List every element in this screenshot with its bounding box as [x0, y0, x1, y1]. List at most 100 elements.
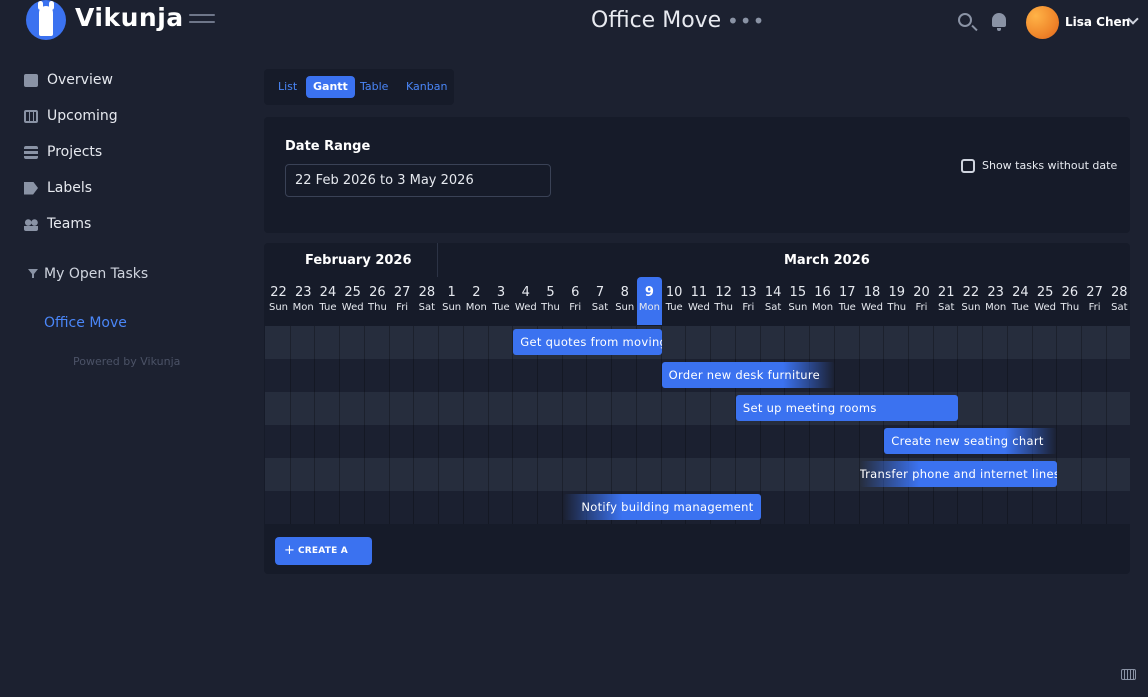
show-tasks-without-date-checkbox[interactable]: [961, 159, 975, 173]
day-name: Thu: [714, 302, 734, 313]
day-number: 26: [1061, 285, 1079, 300]
day-number: 10: [665, 285, 683, 300]
day-number: 18: [863, 285, 881, 300]
day-number: 28: [418, 285, 436, 300]
day-column: 22 Sun: [266, 277, 291, 325]
powered-by-link[interactable]: Powered by Vikunja: [73, 355, 180, 368]
keyboard-shortcuts-icon[interactable]: [1121, 669, 1136, 680]
day-number: 21: [937, 285, 955, 300]
day-number: 22: [962, 285, 980, 300]
day-name: Sun: [268, 302, 289, 313]
day-column: 11 Wed: [686, 277, 711, 325]
gantt-gridline: [1105, 326, 1107, 524]
layers-icon: [24, 145, 38, 159]
sidebar-item-projects[interactable]: Projects: [24, 140, 102, 164]
day-name: Thu: [1060, 302, 1080, 313]
day-name: Mon: [638, 302, 660, 313]
day-name: Thu: [368, 302, 387, 313]
day-column: 10 Tue: [662, 277, 687, 325]
gantt-gridline: [289, 326, 291, 524]
gantt-task-bar[interactable]: Set up meeting rooms: [735, 395, 959, 421]
gantt-task-bar[interactable]: Order new desk furniture: [661, 362, 835, 388]
day-column: 27 Fri: [390, 277, 415, 325]
day-number: 7: [595, 285, 605, 300]
menu-toggle-icon[interactable]: [189, 14, 215, 30]
day-name: Sun: [961, 302, 981, 313]
gantt-gridline: [1081, 326, 1083, 524]
day-number: 19: [888, 285, 906, 300]
sidebar-item-labels[interactable]: Labels: [24, 176, 92, 200]
day-number: 6: [571, 285, 580, 300]
sidebar-item-overview[interactable]: Overview: [24, 68, 113, 92]
day-name: Mon: [812, 302, 834, 313]
project-options-icon[interactable]: •••: [727, 9, 765, 33]
day-name: Sat: [1111, 302, 1128, 313]
gantt-gridline: [512, 326, 514, 524]
gantt-gridline: [1006, 326, 1008, 524]
day-column: 7 Sat: [587, 277, 612, 325]
top-bar: Vikunja Office Move ••• Lisa Chen: [0, 0, 1148, 44]
day-name: Thu: [541, 302, 560, 313]
tab-gantt[interactable]: Gantt: [306, 76, 355, 98]
gantt-task-bar[interactable]: Get quotes from moving companies: [513, 329, 662, 355]
show-tasks-without-date-label[interactable]: Show tasks without date: [982, 159, 1117, 172]
day-name: Sun: [788, 302, 808, 313]
day-column: 12 Thu: [711, 277, 736, 325]
day-number: 1: [447, 285, 456, 300]
day-number: 5: [546, 285, 555, 300]
day-number: 26: [369, 285, 386, 300]
tab-table[interactable]: Table: [353, 76, 395, 98]
day-column: 8 Sun: [612, 277, 637, 325]
day-name: Wed: [341, 302, 364, 313]
date-range-card: Date Range 22 Feb 2026 to 3 May 2026 Sho…: [264, 117, 1130, 233]
gantt-gridline: [932, 326, 934, 524]
gantt-gridline: [784, 326, 786, 524]
tab-kanban[interactable]: Kanban: [399, 76, 454, 98]
day-number: 23: [987, 285, 1004, 300]
gantt-gridline: [487, 326, 489, 524]
page-title: Office Move: [591, 8, 722, 33]
filter-icon: [28, 269, 38, 278]
day-name: Thu: [887, 302, 907, 313]
day-column: 5 Thu: [538, 277, 563, 325]
day-column: 28 Sat: [414, 277, 439, 325]
day-number: 11: [690, 285, 708, 300]
gantt-gridline: [957, 326, 959, 524]
day-name: Sat: [938, 302, 955, 313]
sidebar-project-office-move[interactable]: Office Move: [44, 315, 127, 331]
calendar-icon: [24, 73, 38, 87]
gantt-task-bar[interactable]: Create new seating chart: [884, 428, 1058, 454]
user-name[interactable]: Lisa Chen: [1065, 15, 1130, 29]
day-column: 18 Wed: [860, 277, 885, 325]
vikunja-logo-icon[interactable]: [26, 0, 66, 40]
create-task-button[interactable]: CREATE A TASK: [275, 537, 372, 565]
gantt-task-bar[interactable]: Transfer phone and internet lines: [859, 461, 1058, 487]
gantt-gridline: [339, 326, 341, 524]
sidebar-item-teams[interactable]: Teams: [24, 212, 91, 236]
sidebar-item-label: Labels: [47, 180, 93, 196]
day-column: 21 Sat: [934, 277, 959, 325]
day-name: Sun: [442, 302, 462, 313]
month-divider: [437, 243, 438, 277]
day-name: Tue: [838, 302, 856, 313]
tag-icon: [24, 181, 38, 195]
day-column: 25 Wed: [1033, 277, 1058, 325]
gantt-gridline: [438, 326, 440, 524]
day-number: 23: [294, 285, 312, 300]
sidebar-item-upcoming[interactable]: Upcoming: [24, 104, 118, 128]
day-number: 27: [393, 285, 411, 300]
day-name: Mon: [292, 302, 314, 313]
avatar[interactable]: [1026, 6, 1059, 39]
saved-filter-my-open-tasks[interactable]: My Open Tasks: [44, 266, 148, 282]
sidebar-item-label: Teams: [47, 216, 92, 232]
day-column: 28 Sat: [1107, 277, 1130, 325]
day-column: 22 Sun: [958, 277, 983, 325]
tab-list[interactable]: List: [271, 76, 304, 98]
day-column: 26 Thu: [365, 277, 390, 325]
gantt-task-bar[interactable]: Notify building management: [562, 494, 761, 520]
brand-name[interactable]: Vikunja: [75, 3, 184, 32]
date-range-input[interactable]: 22 Feb 2026 to 3 May 2026: [285, 164, 551, 197]
search-icon[interactable]: [958, 13, 972, 27]
notifications-bell-icon[interactable]: [992, 13, 1006, 31]
day-name: Wed: [861, 302, 883, 313]
